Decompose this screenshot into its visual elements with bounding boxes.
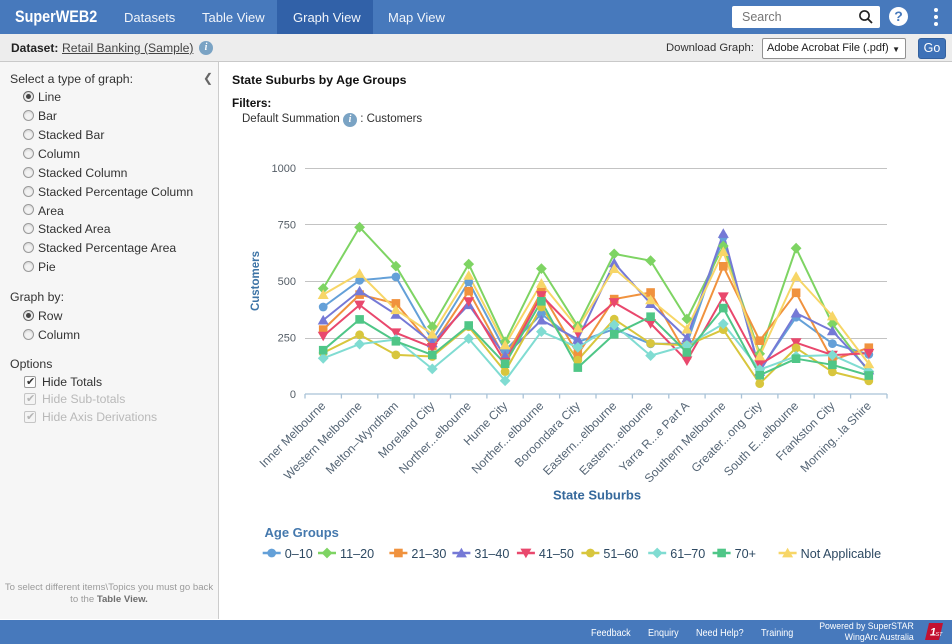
svg-text:Age Groups: Age Groups bbox=[265, 525, 339, 540]
svg-text:State Suburbs: State Suburbs bbox=[553, 488, 641, 503]
svg-text:51–60: 51–60 bbox=[603, 547, 638, 561]
svg-text:0–10: 0–10 bbox=[285, 547, 313, 561]
svg-text:21–30: 21–30 bbox=[411, 547, 446, 561]
svg-text:61–70: 61–70 bbox=[670, 547, 705, 561]
svg-text:750: 750 bbox=[278, 219, 296, 231]
svg-text:41–50: 41–50 bbox=[539, 547, 574, 561]
svg-text:11–20: 11–20 bbox=[340, 547, 374, 561]
svg-text:Boroondara City: Boroondara City bbox=[512, 399, 583, 470]
svg-text:Not Applicable: Not Applicable bbox=[801, 547, 882, 561]
svg-text:1000: 1000 bbox=[272, 163, 296, 175]
svg-text:70+: 70+ bbox=[735, 547, 756, 561]
svg-text:Customers: Customers bbox=[250, 251, 262, 311]
svg-text:0: 0 bbox=[290, 389, 296, 401]
svg-text:31–40: 31–40 bbox=[474, 547, 509, 561]
svg-text:500: 500 bbox=[278, 276, 296, 288]
svg-text:ST: ST bbox=[936, 632, 944, 638]
svg-text:250: 250 bbox=[278, 332, 296, 344]
